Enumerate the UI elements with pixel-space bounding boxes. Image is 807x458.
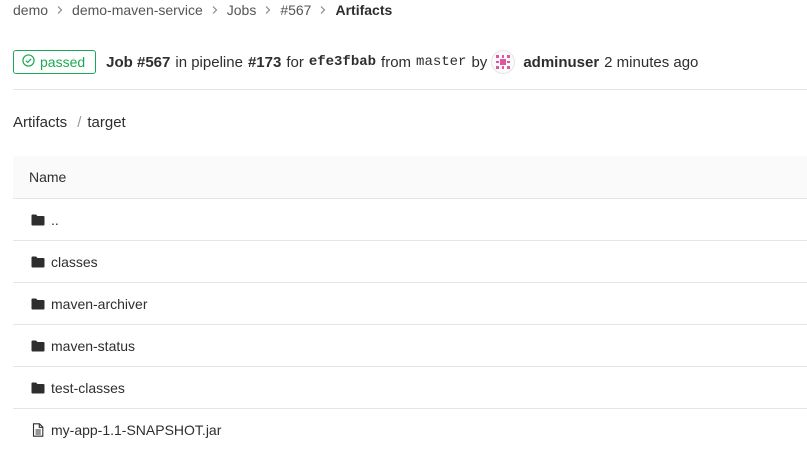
divider xyxy=(13,89,807,90)
avatar[interactable] xyxy=(491,50,516,74)
tree-row-test-classes[interactable]: test-classes xyxy=(13,367,807,409)
job-header: passed Job #567 in pipeline #173 for efe… xyxy=(13,49,698,75)
tree-row-maven-status[interactable]: maven-status xyxy=(13,325,807,367)
file-icon xyxy=(31,422,45,437)
identicon-icon xyxy=(496,55,511,69)
for-text: for xyxy=(286,53,304,71)
folder-icon xyxy=(31,297,45,311)
tree-row-label: .. xyxy=(51,211,59,228)
tree-row-label: my-app-1.1-SNAPSHOT.jar xyxy=(51,421,222,438)
tree-row-label: test-classes xyxy=(51,379,125,396)
artifacts-path: Artifacts / target xyxy=(13,114,126,131)
tree-row-jar-file[interactable]: my-app-1.1-SNAPSHOT.jar xyxy=(13,409,807,450)
breadcrumb: demo demo-maven-service Jobs #567 Artifa… xyxy=(13,2,392,18)
breadcrumb-item-project[interactable]: demo-maven-service xyxy=(72,2,203,18)
tree-row-parent[interactable]: .. xyxy=(13,199,807,241)
status-label: passed xyxy=(40,54,86,70)
tree-row-label: classes xyxy=(51,253,98,270)
breadcrumb-item-job[interactable]: #567 xyxy=(280,2,311,18)
breadcrumb-item-jobs[interactable]: Jobs xyxy=(227,2,257,18)
branch-link[interactable]: master xyxy=(416,54,466,70)
chevron-right-icon xyxy=(210,5,220,15)
by-text: by xyxy=(471,53,488,71)
page: demo demo-maven-service Jobs #567 Artifa… xyxy=(0,0,807,458)
path-root-link[interactable]: Artifacts xyxy=(13,114,67,131)
folder-icon xyxy=(31,255,45,269)
artifacts-tree: Name .. classes maven-archiver maven-sta… xyxy=(13,156,807,450)
tree-row-classes[interactable]: classes xyxy=(13,241,807,283)
time-ago: 2 minutes ago xyxy=(604,53,699,71)
folder-icon xyxy=(31,381,45,395)
in-pipeline-text: in pipeline xyxy=(175,53,243,71)
tree-row-label: maven-archiver xyxy=(51,295,148,312)
chevron-right-icon xyxy=(263,5,273,15)
status-badge[interactable]: passed xyxy=(13,50,97,74)
tree-row-label: maven-status xyxy=(51,337,136,354)
chevron-right-icon xyxy=(55,5,65,15)
commit-sha-link[interactable]: efe3fbab xyxy=(309,54,376,70)
job-label: Job #567 xyxy=(106,53,171,71)
tree-header: Name xyxy=(13,156,807,199)
path-separator: / xyxy=(77,114,82,131)
tree-row-maven-archiver[interactable]: maven-archiver xyxy=(13,283,807,325)
column-header-name: Name xyxy=(29,169,67,185)
from-text: from xyxy=(381,53,412,71)
check-circle-icon xyxy=(22,54,40,70)
breadcrumb-item-artifacts[interactable]: Artifacts xyxy=(335,2,392,18)
path-current: target xyxy=(87,114,126,131)
chevron-right-icon xyxy=(318,5,328,15)
folder-icon xyxy=(31,339,45,353)
user-link[interactable]: adminuser xyxy=(523,54,599,71)
folder-icon xyxy=(31,213,45,227)
breadcrumb-item-demo[interactable]: demo xyxy=(13,2,48,18)
pipeline-link[interactable]: #173 xyxy=(248,54,281,71)
